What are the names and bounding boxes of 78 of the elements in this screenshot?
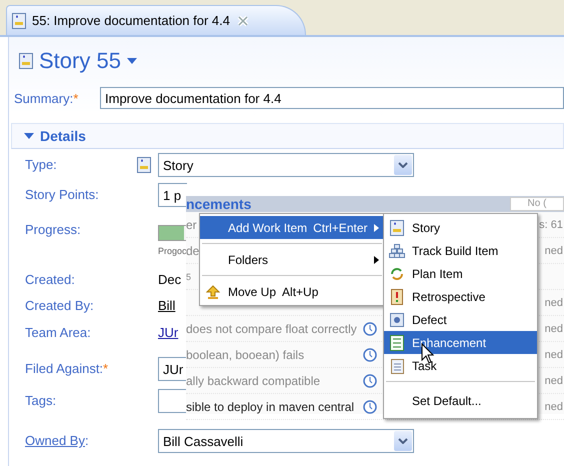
- link[interactable]: JUr: [158, 321, 178, 345]
- tab-title: 55: Improve documentation for 4.4: [32, 13, 230, 28]
- field-label: Team Area:: [25, 324, 91, 342]
- colon-text: :: [84, 432, 89, 450]
- menu-item[interactable]: Enhancement: [384, 331, 537, 354]
- row-text: does not compare float correctly: [186, 322, 357, 336]
- editor-tab[interactable]: 55: Improve documentation for 4.4: [6, 5, 306, 35]
- clock-icon: [363, 348, 377, 362]
- status-text: ned: [544, 400, 563, 412]
- input-field[interactable]: JUr: [158, 357, 187, 381]
- cycle-icon: [390, 266, 404, 280]
- menu-item[interactable]: Story: [384, 216, 537, 239]
- chevron-down-icon: [398, 162, 408, 168]
- field-label: Owned By: [25, 432, 85, 450]
- row-text: sible to deploy in maven central: [186, 400, 354, 414]
- input-field[interactable]: [158, 389, 187, 413]
- date-text: Dec: [158, 271, 182, 289]
- field-value: Bill Cassavelli: [163, 434, 244, 448]
- bug-icon: [390, 312, 404, 326]
- row-text: ally backward compatible: [186, 374, 320, 388]
- story-icon: [390, 220, 404, 236]
- menu-item[interactable]: Move Up Alt+Up: [200, 280, 384, 303]
- up-arrow-icon: [206, 284, 220, 298]
- story-icon: [137, 157, 151, 173]
- input-field[interactable]: 1 p: [158, 183, 187, 207]
- required-mark: *: [73, 90, 78, 106]
- menu-item[interactable]: Retrospective: [384, 285, 537, 308]
- status-text: ned: [544, 296, 563, 308]
- story-icon: [12, 12, 26, 28]
- status-text: ned: [544, 348, 563, 360]
- dropdown-field[interactable]: Bill Cassavelli: [158, 429, 414, 453]
- row-text: de: [186, 244, 200, 258]
- menu-item[interactable]: Task: [384, 354, 537, 377]
- clock-icon: [363, 322, 377, 336]
- summary-field[interactable]: Improve documentation for 4.4: [100, 87, 564, 109]
- panel-title: ncements: [186, 196, 252, 212]
- story-icon: [19, 53, 33, 69]
- section-header[interactable]: Details: [11, 123, 564, 149]
- menu-item[interactable]: Defect: [384, 308, 537, 331]
- status-text: ned: [544, 374, 563, 386]
- boxes-icon: [389, 244, 405, 258]
- section-title: Details: [40, 128, 86, 144]
- submenu-arrow-icon: [374, 224, 379, 232]
- expand-icon[interactable]: [24, 132, 34, 140]
- field-label: Filed Against:: [25, 360, 104, 378]
- menu-item[interactable]: Set Default...: [384, 386, 537, 416]
- field-label: Created By:: [25, 297, 94, 315]
- clipboard-icon: [390, 358, 404, 374]
- dropdown-button[interactable]: [394, 155, 412, 175]
- status-text: ned: [544, 244, 563, 256]
- row-text: boolean, booean) fails: [186, 348, 304, 362]
- exclamation-icon: [391, 288, 403, 304]
- field-label: Story Points:: [25, 186, 99, 204]
- page-title: Story 55: [39, 48, 121, 74]
- caret-icon[interactable]: [126, 58, 137, 64]
- status-text: s: 61: [539, 218, 563, 230]
- required-mark: *: [103, 360, 108, 378]
- link[interactable]: Bill: [158, 294, 176, 318]
- dropdown-button[interactable]: [394, 431, 412, 451]
- field-value: Story: [163, 158, 194, 172]
- row-text: 5: [186, 272, 192, 282]
- menu-item[interactable]: Add Work Item Ctrl+Enter: [200, 216, 384, 239]
- field-label: Summary:: [14, 90, 74, 106]
- status-text: ned: [544, 322, 563, 334]
- row-text: er: [186, 218, 197, 232]
- chevron-down-icon: [398, 438, 408, 444]
- menu-item[interactable]: Plan Item: [384, 262, 537, 285]
- field-label: Created:: [25, 271, 75, 289]
- menu-item[interactable]: Track Build Item: [384, 239, 537, 262]
- progress-caption: Progoc: [158, 246, 187, 256]
- field-label: Progress:: [25, 221, 81, 239]
- list-icon: [390, 334, 404, 350]
- clock-icon: [363, 374, 377, 388]
- field-label: Type:: [25, 156, 57, 174]
- dropdown-field[interactable]: Story: [158, 153, 414, 177]
- submenu-arrow-icon: [374, 256, 379, 264]
- menu-item[interactable]: Folders: [200, 248, 384, 271]
- field-label: Tags:: [25, 392, 56, 410]
